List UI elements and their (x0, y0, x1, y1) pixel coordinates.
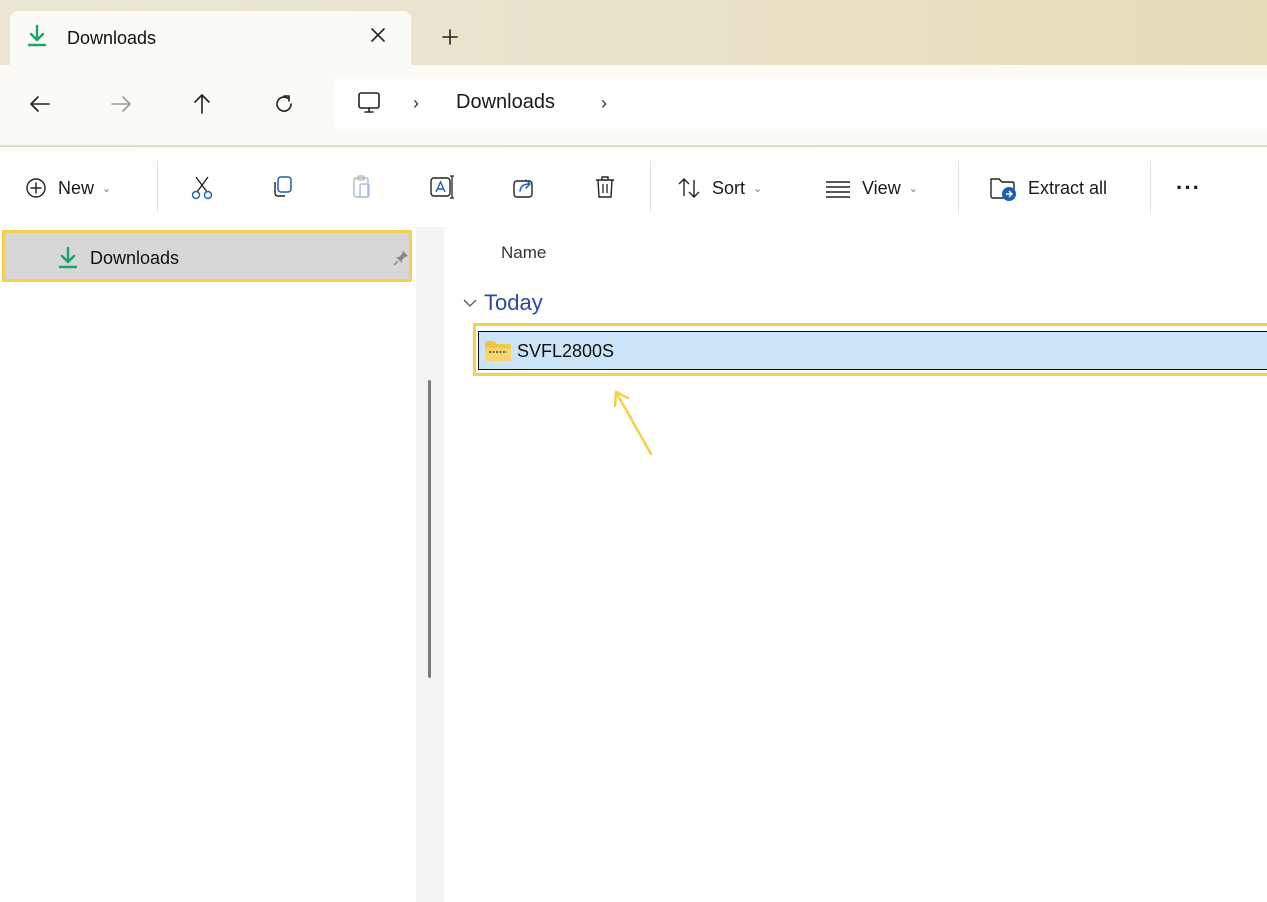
breadcrumb-downloads[interactable]: Downloads (456, 91, 555, 114)
extract-all-label: Extract all (1028, 177, 1108, 198)
group-header-today[interactable]: Today (462, 290, 543, 316)
pane-scrollbar[interactable] (416, 227, 444, 902)
list-item[interactable]: SVFL2800S (473, 323, 1267, 376)
toolbar-divider (1150, 161, 1151, 213)
view-icon (826, 181, 850, 198)
toolbar-divider (650, 161, 651, 213)
group-label: Today (484, 290, 543, 315)
view-button[interactable]: View ⌄ (824, 173, 918, 203)
add-circle-icon (26, 178, 46, 198)
delete-icon[interactable] (591, 173, 619, 201)
selected-row[interactable]: SVFL2800S (478, 331, 1267, 370)
chevron-down-icon: ⌄ (753, 182, 763, 195)
this-pc-icon[interactable] (355, 89, 383, 117)
back-icon[interactable] (26, 90, 54, 118)
toolbar-divider (157, 161, 158, 213)
file-name: SVFL2800S (517, 341, 615, 361)
navigation-bar: › Downloads › (0, 65, 1267, 145)
up-icon[interactable] (188, 90, 216, 118)
close-icon[interactable] (365, 22, 391, 48)
paste-icon[interactable] (348, 173, 376, 201)
toolbar-divider (958, 161, 959, 213)
annotation-arrow-icon (613, 390, 653, 456)
cut-icon[interactable] (188, 173, 216, 201)
more-icon: ··· (1176, 175, 1201, 200)
pin-icon[interactable] (392, 249, 410, 267)
extract-all-button[interactable]: Extract all (988, 173, 1107, 203)
column-header-name[interactable]: Name (501, 243, 546, 263)
rename-icon[interactable] (428, 173, 456, 201)
tab-downloads[interactable]: Downloads (10, 11, 411, 65)
chevron-down-icon[interactable] (462, 295, 478, 311)
breadcrumb-separator-icon[interactable]: › (601, 93, 607, 114)
extract-folder-icon (990, 178, 1016, 201)
new-tab-icon[interactable] (438, 25, 462, 49)
sort-label: Sort (712, 177, 746, 198)
forward-icon[interactable] (107, 90, 135, 118)
sidebar-item-label: Downloads (90, 248, 180, 268)
navigation-pane: Downloads (0, 227, 416, 902)
share-icon[interactable] (510, 173, 538, 201)
file-list: Name Today SVFL2800S (446, 227, 1267, 902)
command-bar: New ⌄ Sort ⌄ View ⌄ Extract all ··· (0, 146, 1267, 228)
scrollbar-thumb[interactable] (428, 380, 431, 678)
address-bar[interactable]: › Downloads › (333, 77, 1267, 129)
view-label: View (862, 177, 901, 198)
sort-icon (678, 178, 700, 198)
more-options-button[interactable]: ··· (1176, 173, 1201, 203)
zip-folder-icon (485, 341, 511, 361)
download-icon (27, 24, 47, 47)
breadcrumb-separator-icon[interactable]: › (413, 93, 419, 114)
download-icon (58, 246, 78, 269)
chevron-down-icon: ⌄ (102, 182, 112, 195)
new-button[interactable]: New ⌄ (24, 173, 111, 203)
copy-icon[interactable] (268, 173, 296, 201)
chevron-down-icon: ⌄ (908, 182, 918, 195)
sort-button[interactable]: Sort ⌄ (676, 173, 762, 203)
refresh-icon[interactable] (270, 90, 298, 118)
sidebar-item-downloads[interactable]: Downloads (2, 230, 412, 282)
tab-title: Downloads (67, 28, 157, 48)
new-label: New (58, 177, 95, 198)
